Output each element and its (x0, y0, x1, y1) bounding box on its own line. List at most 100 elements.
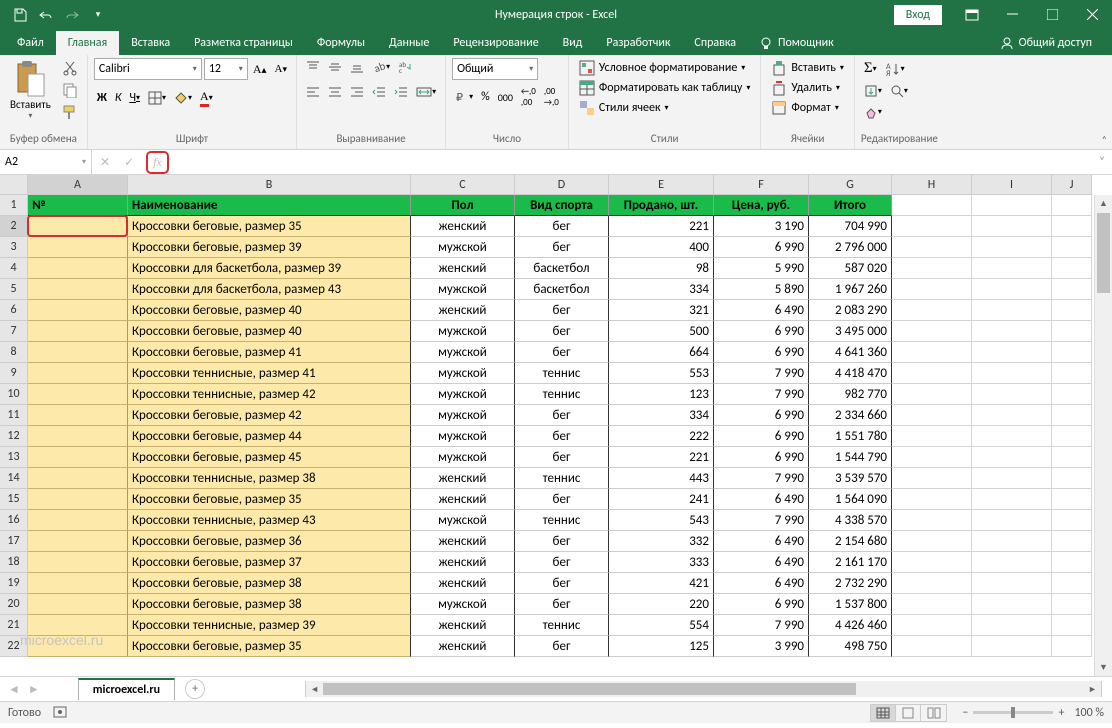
cell[interactable]: Продано, шт. (609, 195, 714, 216)
cell[interactable]: 6 990 (714, 426, 809, 447)
cell[interactable] (1052, 279, 1092, 300)
find-icon[interactable]: ▾ (887, 82, 911, 100)
tab-page-layout[interactable]: Разметка страницы (182, 31, 305, 55)
cell[interactable] (972, 552, 1052, 573)
tab-formulas[interactable]: Формулы (305, 31, 377, 55)
cell[interactable]: Кроссовки беговые, размер 40 (128, 300, 411, 321)
collapse-ribbon-icon[interactable]: ˄ (1102, 133, 1107, 146)
sort-filter-icon[interactable]: AЯ▾ (882, 58, 908, 79)
horizontal-scrollbar[interactable]: ◄ ► (305, 681, 1102, 697)
cell[interactable]: 220 (609, 594, 714, 615)
cell[interactable]: 6 490 (714, 531, 809, 552)
col-header-B[interactable]: B (128, 175, 411, 195)
cell[interactable] (972, 489, 1052, 510)
cell[interactable] (892, 615, 972, 636)
font-size-combo[interactable]: 12▾ (204, 58, 248, 80)
cell[interactable] (28, 594, 128, 615)
cell[interactable] (892, 300, 972, 321)
cell[interactable] (892, 426, 972, 447)
cell[interactable]: мужской (411, 279, 515, 300)
col-header-H[interactable]: H (892, 175, 972, 195)
cell[interactable]: женский (411, 468, 515, 489)
cell[interactable] (972, 426, 1052, 447)
tab-developer[interactable]: Разработчик (594, 31, 682, 55)
align-middle-icon[interactable] (325, 58, 345, 76)
cell[interactable]: 334 (609, 405, 714, 426)
cell[interactable] (1052, 342, 1092, 363)
fill-icon[interactable]: ▾ (861, 82, 885, 100)
cell[interactable]: бег (515, 426, 609, 447)
cell[interactable] (972, 237, 1052, 258)
cell[interactable] (1052, 237, 1092, 258)
cell[interactable]: Кроссовки беговые, размер 35 (128, 216, 411, 237)
col-header-I[interactable]: I (972, 175, 1052, 195)
decrease-indent-icon[interactable] (369, 83, 389, 101)
signin-button[interactable]: Вход (894, 5, 942, 25)
cell[interactable]: женский (411, 489, 515, 510)
font-name-combo[interactable]: Calibri▾ (94, 58, 202, 80)
cell[interactable] (892, 342, 972, 363)
cell[interactable]: 4 418 470 (809, 363, 892, 384)
cell[interactable] (972, 510, 1052, 531)
cell[interactable]: мужской (411, 426, 515, 447)
cell[interactable]: 7 990 (714, 468, 809, 489)
row-header-6[interactable]: 6 (0, 300, 28, 321)
cell[interactable]: 6 990 (714, 237, 809, 258)
cell[interactable]: 334 (609, 279, 714, 300)
cell[interactable] (972, 615, 1052, 636)
tab-data[interactable]: Данные (377, 31, 441, 55)
cell[interactable]: женский (411, 258, 515, 279)
minimize-icon[interactable] (992, 0, 1032, 29)
cell[interactable] (1052, 384, 1092, 405)
cell[interactable] (28, 342, 128, 363)
scroll-right-icon[interactable]: ► (1084, 684, 1101, 695)
cell[interactable] (972, 573, 1052, 594)
borders-icon[interactable]: ▾ (145, 87, 169, 109)
cell[interactable] (892, 321, 972, 342)
cell[interactable]: 704 990 (809, 216, 892, 237)
cell[interactable]: 3 495 000 (809, 321, 892, 342)
cell[interactable] (892, 363, 972, 384)
qat-customize-icon[interactable]: ▾ (86, 3, 110, 27)
row-header-7[interactable]: 7 (0, 321, 28, 342)
cell[interactable] (1052, 468, 1092, 489)
wrap-text-icon[interactable]: abc (395, 58, 417, 76)
cell[interactable] (972, 195, 1052, 216)
cell[interactable]: 400 (609, 237, 714, 258)
tab-view[interactable]: Вид (551, 31, 595, 55)
cell[interactable]: 321 (609, 300, 714, 321)
cell[interactable]: бег (515, 552, 609, 573)
save-icon[interactable] (8, 3, 32, 27)
font-color-icon[interactable]: A▾ (197, 87, 216, 109)
cell[interactable] (1052, 636, 1092, 657)
cell[interactable]: 332 (609, 531, 714, 552)
zoom-track[interactable] (973, 711, 1053, 714)
close-icon[interactable] (1072, 0, 1112, 29)
cell[interactable]: 7 990 (714, 510, 809, 531)
cell-styles-button[interactable]: Стили ячеек▾ (575, 98, 673, 118)
cell[interactable]: мужской (411, 447, 515, 468)
cell[interactable]: Кроссовки беговые, размер 35 (128, 636, 411, 657)
cell[interactable]: 7 990 (714, 384, 809, 405)
cell[interactable] (892, 510, 972, 531)
cell[interactable] (28, 258, 128, 279)
cut-icon[interactable] (59, 58, 81, 78)
cell[interactable] (28, 405, 128, 426)
cell[interactable] (28, 510, 128, 531)
copy-icon[interactable] (59, 80, 81, 100)
cell[interactable] (892, 216, 972, 237)
cell[interactable]: бег (515, 237, 609, 258)
decrease-decimal-icon[interactable]: ,00→,0 (541, 84, 562, 110)
cell[interactable] (1052, 405, 1092, 426)
page-layout-view-icon[interactable] (896, 705, 921, 721)
cell[interactable]: женский (411, 531, 515, 552)
cell[interactable] (892, 594, 972, 615)
cell[interactable] (1052, 216, 1092, 237)
cell[interactable]: Вид спорта (515, 195, 609, 216)
col-header-C[interactable]: C (411, 175, 515, 195)
name-box[interactable]: A2▾ (0, 150, 92, 174)
row-header-4[interactable]: 4 (0, 258, 28, 279)
cell[interactable]: 222 (609, 426, 714, 447)
cell[interactable] (28, 573, 128, 594)
row-header-3[interactable]: 3 (0, 237, 28, 258)
